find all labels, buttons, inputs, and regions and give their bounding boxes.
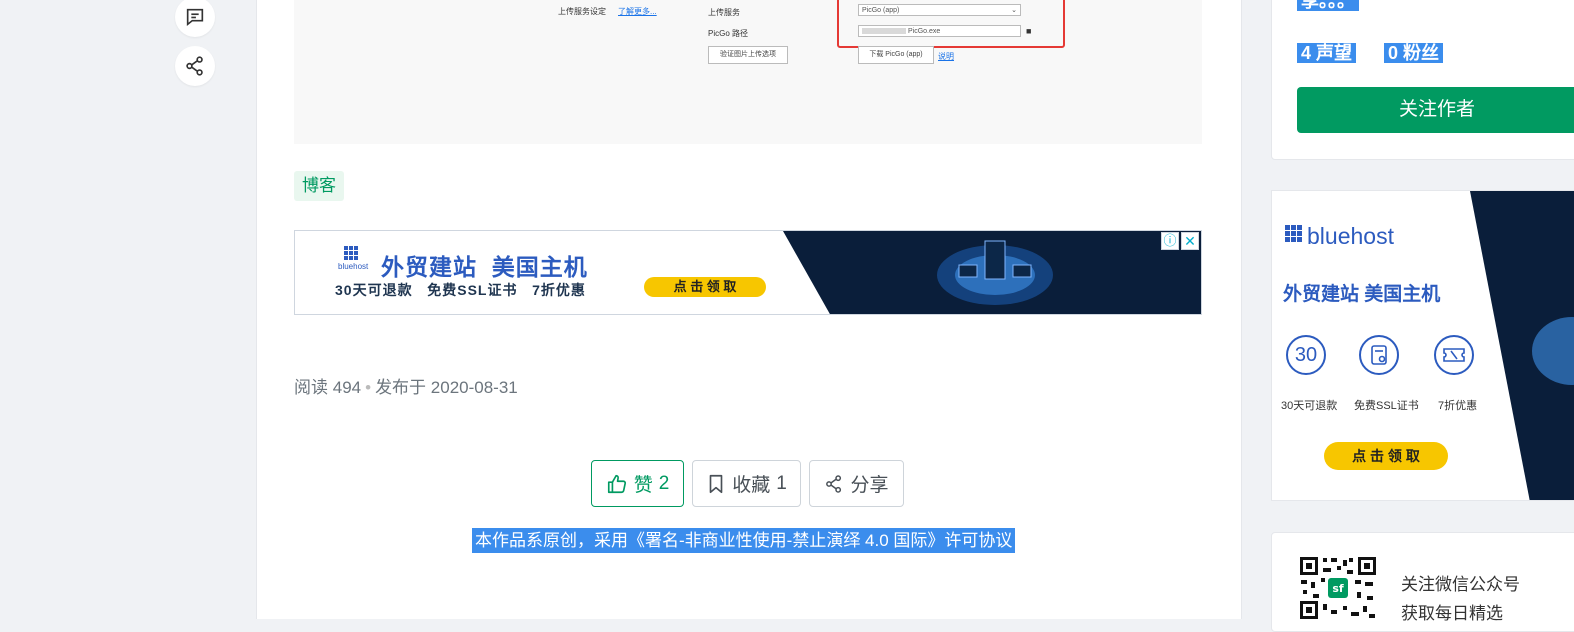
ad-close-icon[interactable]: ✕: [1181, 232, 1199, 250]
bluehost-grid-icon: [344, 246, 360, 260]
article-meta: 阅读 494 • 发布于 2020-08-31: [294, 373, 518, 398]
comment-icon: [186, 8, 204, 27]
collect-button[interactable]: 收藏 1: [692, 460, 801, 507]
picgo-path-label: PicGo 路径: [708, 29, 749, 38]
followers-stat[interactable]: 0 粉丝: [1384, 38, 1444, 68]
author-bio: 享。。。: [1297, 0, 1359, 16]
article-tag[interactable]: 博客: [294, 171, 344, 201]
share-label: 分享: [850, 475, 889, 496]
side-ad[interactable]: bluehost 外贸建站 美国主机 30 30天可退款 免费SSL证书 7折优…: [1271, 190, 1574, 501]
follow-author-button[interactable]: 关注作者: [1297, 87, 1574, 133]
download-picgo-button: 下载 PicGo (app): [858, 46, 934, 64]
bluehost-logo: bluehost: [338, 246, 369, 271]
reputation-label: 声望: [1316, 43, 1353, 63]
upload-service-select: PicGo (app) ⌄: [858, 4, 1021, 16]
reputation-value: 4: [1301, 43, 1312, 63]
wechat-line2: 获取每日精选: [1401, 604, 1503, 623]
collect-count: 1: [776, 472, 787, 494]
discount-ticket-icon: [1434, 335, 1474, 375]
refund-30-icon: 30: [1286, 335, 1326, 375]
bluehost-brand: bluehost: [338, 262, 369, 271]
followers-label: 粉丝: [1403, 43, 1440, 63]
share-icon: [186, 56, 203, 76]
feature-label-ssl: 免费SSL证书: [1354, 400, 1419, 412]
ad-headline: 外贸建站 美国主机: [381, 254, 588, 280]
read-count: 494: [332, 378, 362, 397]
side-ad-brand: bluehost: [1307, 223, 1394, 249]
separator-dot: •: [365, 378, 372, 397]
share-icon: [826, 474, 842, 493]
side-ad-headline: 外贸建站 美国主机: [1283, 284, 1441, 305]
picgo-path-value: PicGo.exe: [908, 28, 941, 35]
share-article-button[interactable]: 分享: [809, 460, 904, 507]
published-label: 发布于: [375, 378, 427, 397]
reputation-stat[interactable]: 4 声望: [1297, 38, 1357, 68]
like-count: 2: [658, 472, 670, 494]
share-button[interactable]: [175, 46, 215, 86]
qr-code-icon: sf: [1299, 556, 1377, 620]
verify-upload-button: 验证图片上传选项: [708, 46, 788, 64]
license-notice[interactable]: 本作品系原创，采用《署名-非商业性使用-禁止演绎 4.0 国际》许可协议: [472, 528, 1016, 553]
author-bio-text: 享。。。: [1297, 0, 1359, 11]
comment-button[interactable]: [175, 0, 215, 37]
upload-service-label: 上传服务: [708, 8, 740, 17]
ad-info-icon[interactable]: ⓘ: [1161, 232, 1179, 250]
bookmark-icon: [709, 474, 723, 493]
side-ad-cta-button[interactable]: 点 击 领 取: [1324, 442, 1448, 470]
ad-banner[interactable]: bluehost 外贸建站 美国主机 30天可退款 免费SSL证书 7折优惠 点…: [294, 230, 1202, 315]
upload-setting-label: 上传服务设定: [558, 7, 606, 16]
picgo-path-input: PicGo.exe: [858, 25, 1021, 37]
like-label: 赞: [633, 475, 653, 496]
followers-value: 0: [1388, 43, 1399, 63]
author-card: [1271, 0, 1574, 160]
wechat-card: sf 关注微信公众号 获取每日精选: [1271, 532, 1574, 632]
like-button[interactable]: 赞 2: [591, 460, 684, 507]
thumbs-up-icon: [607, 474, 626, 493]
read-label: 阅读: [294, 378, 328, 397]
published-date: 2020-08-31: [430, 378, 518, 397]
ssl-certificate-icon: [1359, 335, 1399, 375]
collect-label: 收藏: [732, 475, 771, 496]
learn-more-link: 了解更多...: [618, 7, 657, 16]
article-image: 上传服务设定 了解更多... 上传服务 PicGo 路径 PicGo (app)…: [294, 0, 1202, 144]
svg-text:sf: sf: [1332, 582, 1344, 595]
chevron-down-icon: ⌄: [1011, 7, 1017, 14]
bluehost-grid-icon: [1285, 225, 1302, 242]
wechat-line1: 关注微信公众号: [1401, 575, 1520, 594]
ad-subline: 30天可退款 免费SSL证书 7折优惠: [335, 282, 586, 298]
ad-cta-button[interactable]: 点 击 领 取: [644, 277, 766, 297]
feature-label-discount: 7折优惠: [1438, 400, 1478, 412]
help-link: 说明: [938, 52, 954, 61]
blurred-path: [862, 28, 906, 35]
upload-service-value: PicGo (app): [862, 7, 900, 14]
folder-icon: ■: [1026, 26, 1032, 36]
feature-label-refund: 30天可退款: [1281, 400, 1338, 412]
